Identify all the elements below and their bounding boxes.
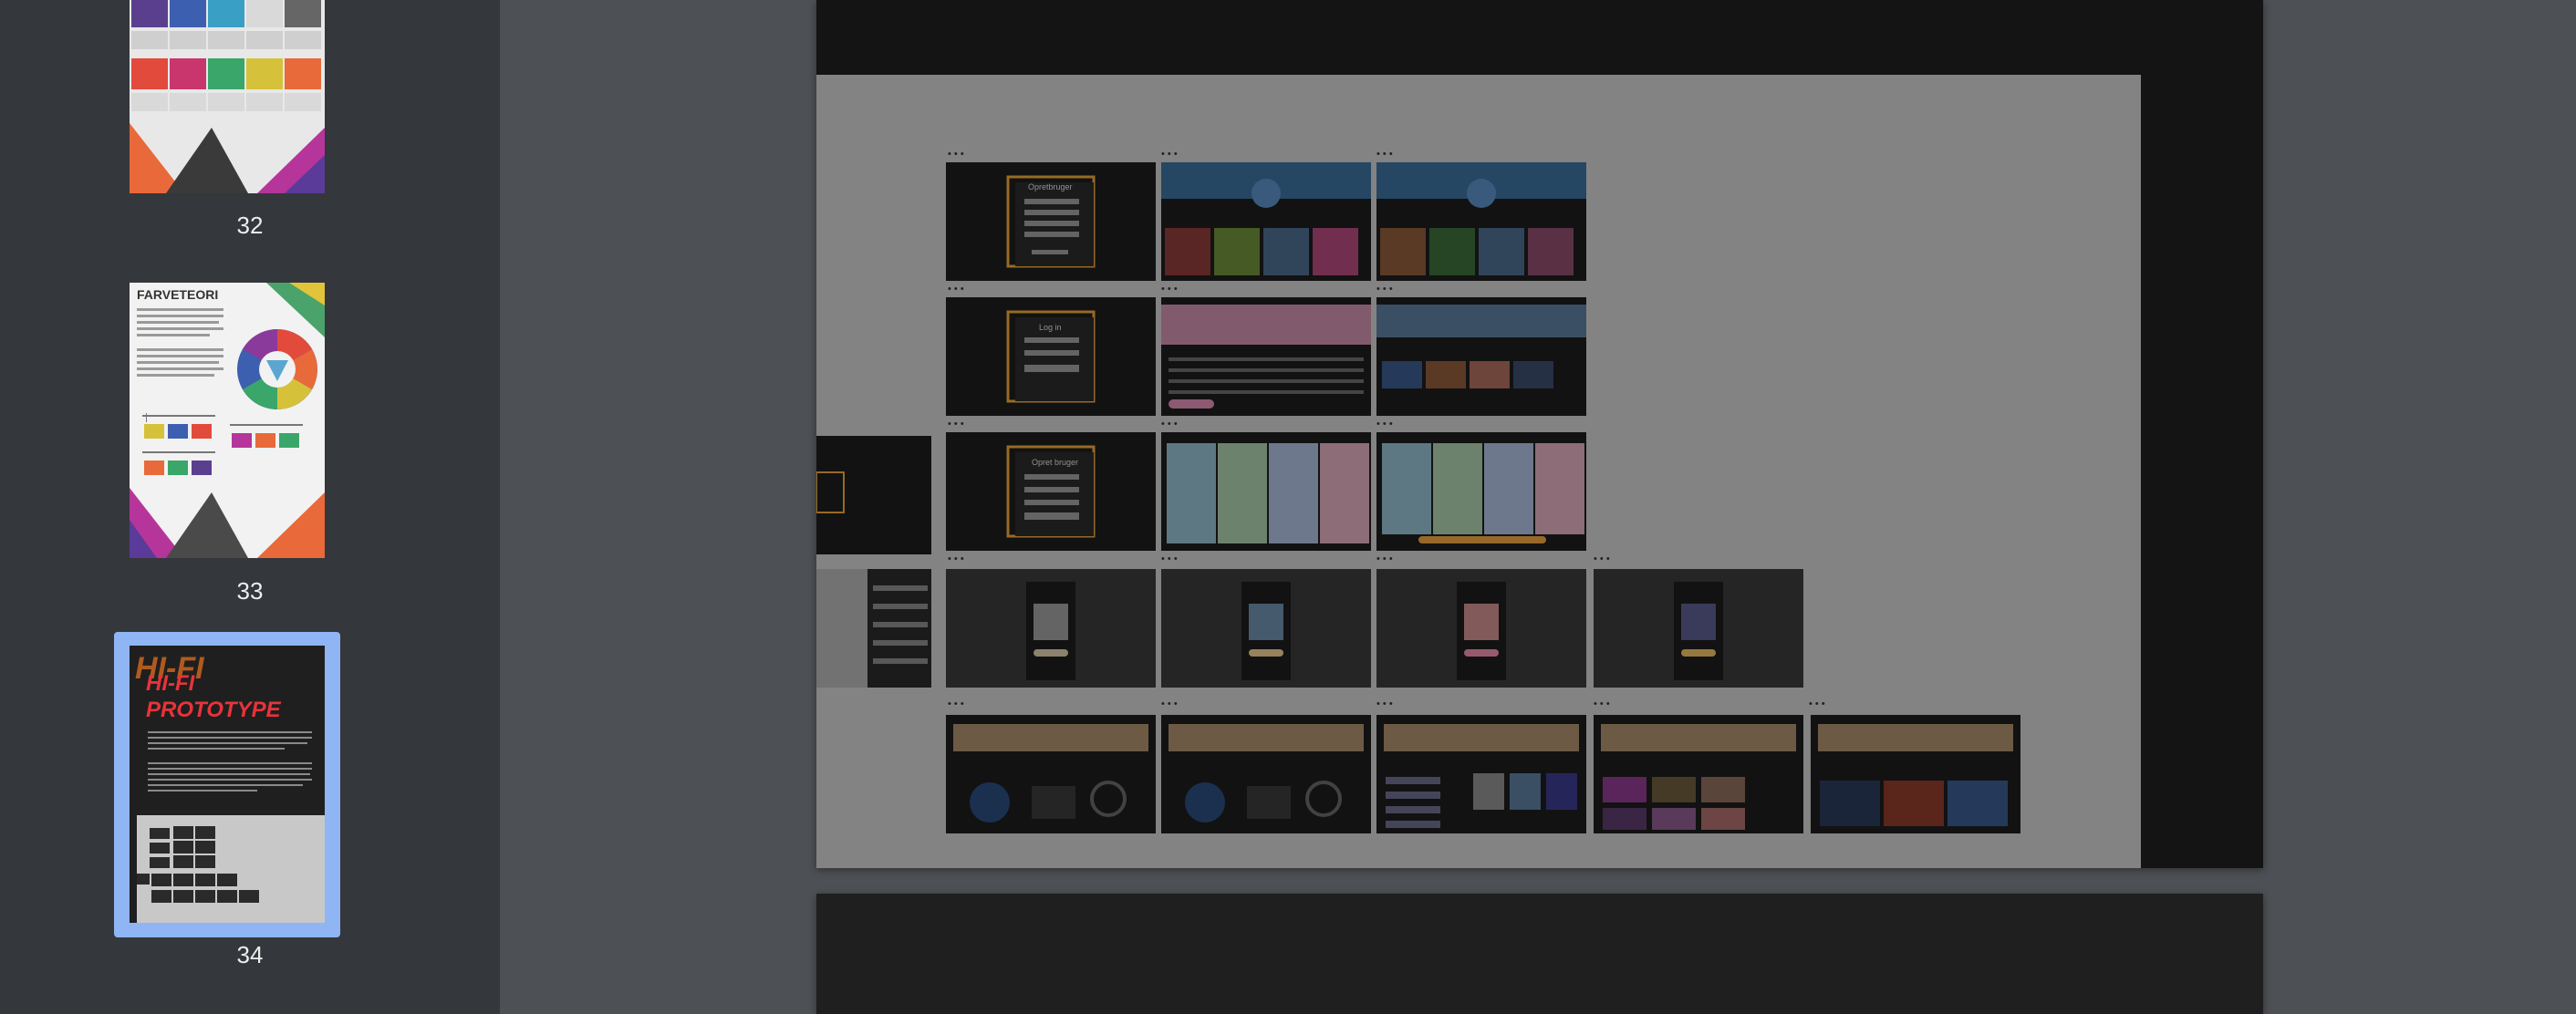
- page-thumbnail-34[interactable]: HI-FI HI-FI PROTOTYPE: [130, 646, 325, 923]
- page-thumbnail-33[interactable]: FARVETEORI: [130, 283, 325, 558]
- thumbnail-title-line1: HI-FI: [146, 671, 196, 696]
- page-number-label: 34: [236, 941, 264, 968]
- document-page-next: [816, 894, 2263, 1014]
- page-thumbnail-32[interactable]: [130, 0, 325, 193]
- color-theory-preview: FARVETEORI: [130, 283, 325, 558]
- thumbnail-title: FARVETEORI: [137, 287, 218, 302]
- color-palette-preview: [130, 0, 325, 193]
- hifi-prototype-preview: HI-FI HI-FI PROTOTYPE: [130, 646, 325, 923]
- page-thumbnail-sidebar: 32 FARVETEORI 33 HI-FI HI-FI PROTOTYPE 3…: [0, 0, 500, 1014]
- page-dim-overlay: [816, 0, 2263, 868]
- thumbnail-title-line2: PROTOTYPE: [146, 698, 282, 722]
- page-number-label: 32: [236, 212, 264, 239]
- page-number-label: 33: [236, 577, 264, 605]
- document-page-current: • • • • • • • • • • • • • • • • • • • • • • •…: [815, 0, 2263, 868]
